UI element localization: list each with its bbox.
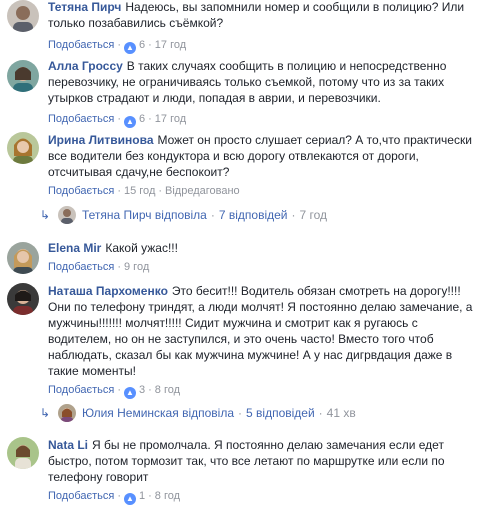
comment-meta: Подобається · ▲ 3 · 8 год <box>48 384 181 399</box>
comment-author[interactable]: Elena Mir <box>48 241 101 255</box>
replies-time: 7 год <box>299 208 328 222</box>
comment-meta: Подобається · ▲ 6 · 17 год <box>48 113 187 128</box>
comment-body: Алла Гроссу В таких случаях сообщить в по… <box>48 58 480 106</box>
edited-label[interactable]: Відредаговано <box>165 185 240 197</box>
like-count[interactable]: 3 <box>139 384 145 396</box>
comment-body: Nata Li Я бы не промолчала. Я постоянно д… <box>48 437 480 485</box>
reply-arrow-icon: ↳ <box>40 406 51 420</box>
comment-author[interactable]: Тетяна Пирч <box>48 0 121 14</box>
avatar[interactable] <box>7 60 39 92</box>
comment-body: Наташа Пархоменко Это бесит!!! Водитель о… <box>48 283 480 379</box>
comment-time[interactable]: 8 год <box>155 490 180 502</box>
reply-verb: відповіла <box>154 208 207 222</box>
replies-link[interactable]: ↳ Юлия Неминская відповіла · 5 відповідей · 4… <box>40 403 356 423</box>
reply-arrow-icon: ↳ <box>40 208 51 222</box>
comment-meta: Подобається · 9 год <box>48 261 150 273</box>
reply-avatar <box>58 206 76 224</box>
avatar[interactable] <box>7 437 39 469</box>
like-button[interactable]: Подобається <box>48 113 114 125</box>
comment-time[interactable]: 17 год <box>155 39 186 51</box>
avatar[interactable] <box>7 0 39 32</box>
comment-text: Я бы не промолчала. Я постоянно делаю за… <box>48 438 445 484</box>
replies-link[interactable]: ↳ Тетяна Пирч відповіла · 7 відповідей · 7 го… <box>40 205 327 225</box>
comment-author[interactable]: Алла Гроссу <box>48 59 123 73</box>
avatar[interactable] <box>7 132 39 164</box>
like-button[interactable]: Подобається <box>48 185 114 197</box>
reply-avatar <box>58 404 76 422</box>
comment-time[interactable]: 9 год <box>124 261 149 273</box>
avatar[interactable] <box>7 242 39 274</box>
comment-time[interactable]: 17 год <box>155 113 186 125</box>
reply-verb: відповіла <box>182 406 235 420</box>
comment-meta: Подобається · ▲ 6 · 17 год <box>48 39 187 54</box>
avatar[interactable] <box>7 283 39 315</box>
like-button[interactable]: Подобається <box>48 490 114 502</box>
comment-text: Это бесит!!! Водитель обязан смотреть на… <box>48 284 473 378</box>
like-count[interactable]: 6 <box>139 39 145 51</box>
reply-author[interactable]: Тетяна Пирч <box>82 208 152 222</box>
thumbs-up-icon: ▲ <box>124 116 136 128</box>
comment-body: Ирина Литвинова Может он просто слушает с… <box>48 132 480 180</box>
like-button[interactable]: Подобається <box>48 39 114 51</box>
comment-body: Тетяна Пирч Надеюсь, вы запомнили номер и… <box>48 0 480 31</box>
comment-author[interactable]: Наташа Пархоменко <box>48 284 168 298</box>
replies-count[interactable]: 7 відповідей <box>219 208 288 222</box>
like-count[interactable]: 1 <box>139 490 145 502</box>
comment-author[interactable]: Nata Li <box>48 438 88 452</box>
thumbs-up-icon: ▲ <box>124 493 136 505</box>
like-count[interactable]: 6 <box>139 113 145 125</box>
replies-time: 41 хв <box>326 406 356 420</box>
thumbs-up-icon: ▲ <box>124 42 136 54</box>
comment-text: Какой ужас!!! <box>105 241 178 255</box>
comment-author[interactable]: Ирина Литвинова <box>48 133 154 147</box>
comment-time[interactable]: 8 год <box>155 384 180 396</box>
comment-body: Elena Mir Какой ужас!!! <box>48 240 480 256</box>
like-button[interactable]: Подобається <box>48 384 114 396</box>
comment-meta: Подобається · 15 год · Відредаговано <box>48 185 240 197</box>
like-button[interactable]: Подобається <box>48 261 114 273</box>
reply-author[interactable]: Юлия Неминская <box>82 406 179 420</box>
thumbs-up-icon: ▲ <box>124 387 136 399</box>
replies-count[interactable]: 5 відповідей <box>246 406 315 420</box>
comment-time[interactable]: 15 год <box>124 185 155 197</box>
